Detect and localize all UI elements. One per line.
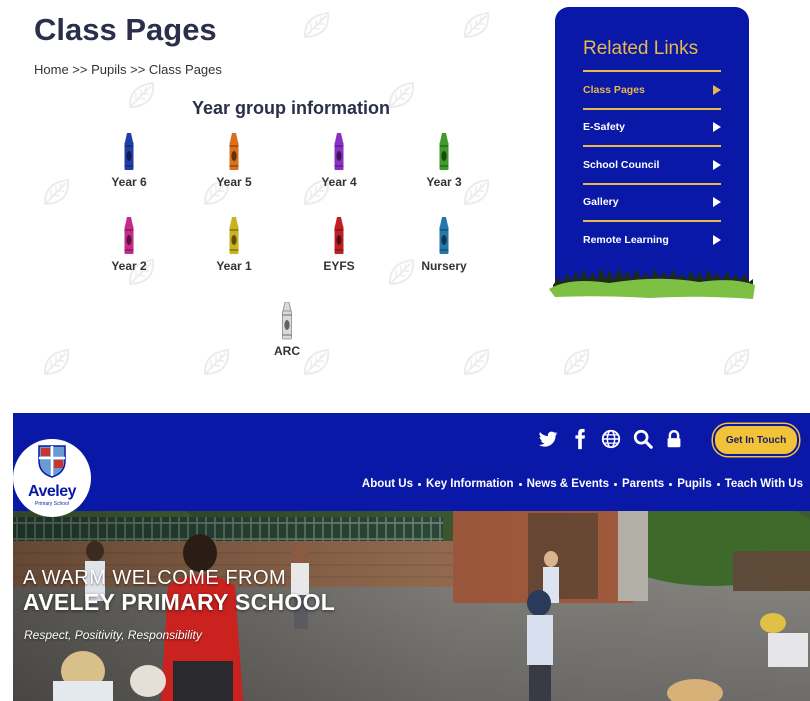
breadcrumb: Home >> Pupils >> Class Pages <box>34 62 222 77</box>
related-link-item[interactable]: Class Pages <box>583 70 721 108</box>
year-group-label: EYFS <box>323 259 355 273</box>
nav-separator-dot <box>418 482 422 486</box>
crayon-icon <box>334 133 344 170</box>
hero-banner: A WARM WELCOME FROM AVELEY PRIMARY SCHOO… <box>13 511 810 701</box>
crayon-icon <box>439 133 449 170</box>
crayon-icon <box>124 217 134 254</box>
leaf-watermark-icon <box>463 11 490 39</box>
nav-item[interactable]: Teach With Us <box>725 478 803 490</box>
related-link-label: Gallery <box>583 196 619 209</box>
related-links-title: Related Links <box>583 38 699 59</box>
hero-tagline: Respect, Positivity, Responsibility <box>24 628 202 642</box>
year-group-label: Year 1 <box>216 259 252 273</box>
nav-separator-dot <box>669 482 673 486</box>
year-group-label: Year 6 <box>111 175 147 189</box>
nav-item[interactable]: Parents <box>622 478 664 490</box>
hero-school-name: AVELEY PRIMARY SCHOOL <box>23 589 336 615</box>
related-link-label: School Council <box>583 158 660 171</box>
nav-separator-dot <box>614 482 618 486</box>
arrow-right-icon <box>713 122 721 133</box>
globe-icon[interactable] <box>600 428 622 450</box>
section-heading: Year group information <box>192 98 391 118</box>
arrow-right-icon <box>713 234 721 245</box>
leaf-watermark-icon <box>388 81 415 109</box>
nav-item[interactable]: Key Information <box>426 478 514 490</box>
related-link-item[interactable]: School Council <box>583 145 721 183</box>
crayon-icon <box>124 133 134 170</box>
year-group-link[interactable]: Year 1 <box>194 217 274 273</box>
leaf-watermark-icon <box>563 348 590 376</box>
year-group-link[interactable]: Year 5 <box>194 133 274 189</box>
leaf-watermark-icon <box>463 348 490 376</box>
get-in-touch-button[interactable]: Get In Touch <box>713 424 799 456</box>
related-links-list: Class Pages E-Safety School Council Gallery… <box>583 70 721 258</box>
school-crest-icon <box>38 445 66 478</box>
year-group-label: Year 3 <box>426 175 462 189</box>
year-group-label: ARC <box>274 344 300 358</box>
hero-welcome-line: A WARM WELCOME FROM <box>23 567 287 589</box>
lock-icon[interactable] <box>663 428 685 450</box>
school-logo[interactable]: Aveley Primary School <box>13 439 91 517</box>
related-link-item[interactable]: E-Safety <box>583 107 721 146</box>
leaf-watermark-icon <box>43 178 70 206</box>
leaf-watermark-icon <box>128 81 155 109</box>
main-navigation: About Us Key Information News & Events Pare… <box>362 478 803 490</box>
related-link-label: Remote Learning <box>583 233 669 246</box>
related-links-panel: Related Links Class Pages E-Safety School … <box>549 7 755 299</box>
nav-separator-dot <box>518 482 522 486</box>
school-website-header: Get In Touch About Us Key Information News… <box>13 413 810 701</box>
year-group-link[interactable]: Year 4 <box>299 133 379 189</box>
related-links-box: Related Links Class Pages E-Safety School … <box>555 7 749 292</box>
year-group-label: Year 5 <box>216 175 252 189</box>
related-link-item[interactable]: Remote Learning <box>583 220 721 258</box>
year-group-link[interactable]: Year 2 <box>89 217 169 273</box>
nav-item[interactable]: News & Events <box>527 478 609 490</box>
page-title: Class Pages <box>34 12 217 47</box>
crayon-icon <box>439 217 449 254</box>
year-group-link[interactable]: ARC <box>247 302 327 358</box>
related-link-label: E-Safety <box>583 121 626 134</box>
arrow-right-icon <box>713 197 721 208</box>
nav-separator-dot <box>716 482 720 486</box>
crayon-icon <box>229 217 239 254</box>
logo-subtitle: Primary School <box>35 501 69 507</box>
leaf-watermark-icon <box>43 348 70 376</box>
search-icon[interactable] <box>632 428 654 450</box>
related-link-label: Class Pages <box>583 83 645 96</box>
year-group-label: Year 4 <box>321 175 357 189</box>
related-link-item[interactable]: Gallery <box>583 182 721 221</box>
year-group-link[interactable]: Nursery <box>404 217 484 273</box>
crayon-icon <box>229 133 239 170</box>
nav-item[interactable]: Pupils <box>677 478 712 490</box>
twitter-icon[interactable] <box>537 428 559 450</box>
arrow-right-icon <box>713 84 721 95</box>
year-group-label: Nursery <box>421 259 467 273</box>
crayon-icon <box>282 302 292 340</box>
leaf-watermark-icon <box>303 11 330 39</box>
crayon-icon <box>334 217 344 254</box>
leaf-watermark-icon <box>203 348 230 376</box>
grass-decoration <box>549 267 755 299</box>
class-pages-section: Class Pages Home >> Pupils >> Class Page… <box>0 0 810 385</box>
logo-name: Aveley <box>28 483 77 500</box>
year-group-link[interactable]: EYFS <box>299 217 379 273</box>
facebook-icon[interactable] <box>569 428 591 450</box>
year-group-link[interactable]: Year 6 <box>89 133 169 189</box>
header-bar: Get In Touch About Us Key Information News… <box>13 413 810 511</box>
leaf-watermark-icon <box>723 348 750 376</box>
year-group-link[interactable]: Year 3 <box>404 133 484 189</box>
arrow-right-icon <box>713 159 721 170</box>
year-group-label: Year 2 <box>111 259 147 273</box>
nav-item[interactable]: About Us <box>362 478 413 490</box>
